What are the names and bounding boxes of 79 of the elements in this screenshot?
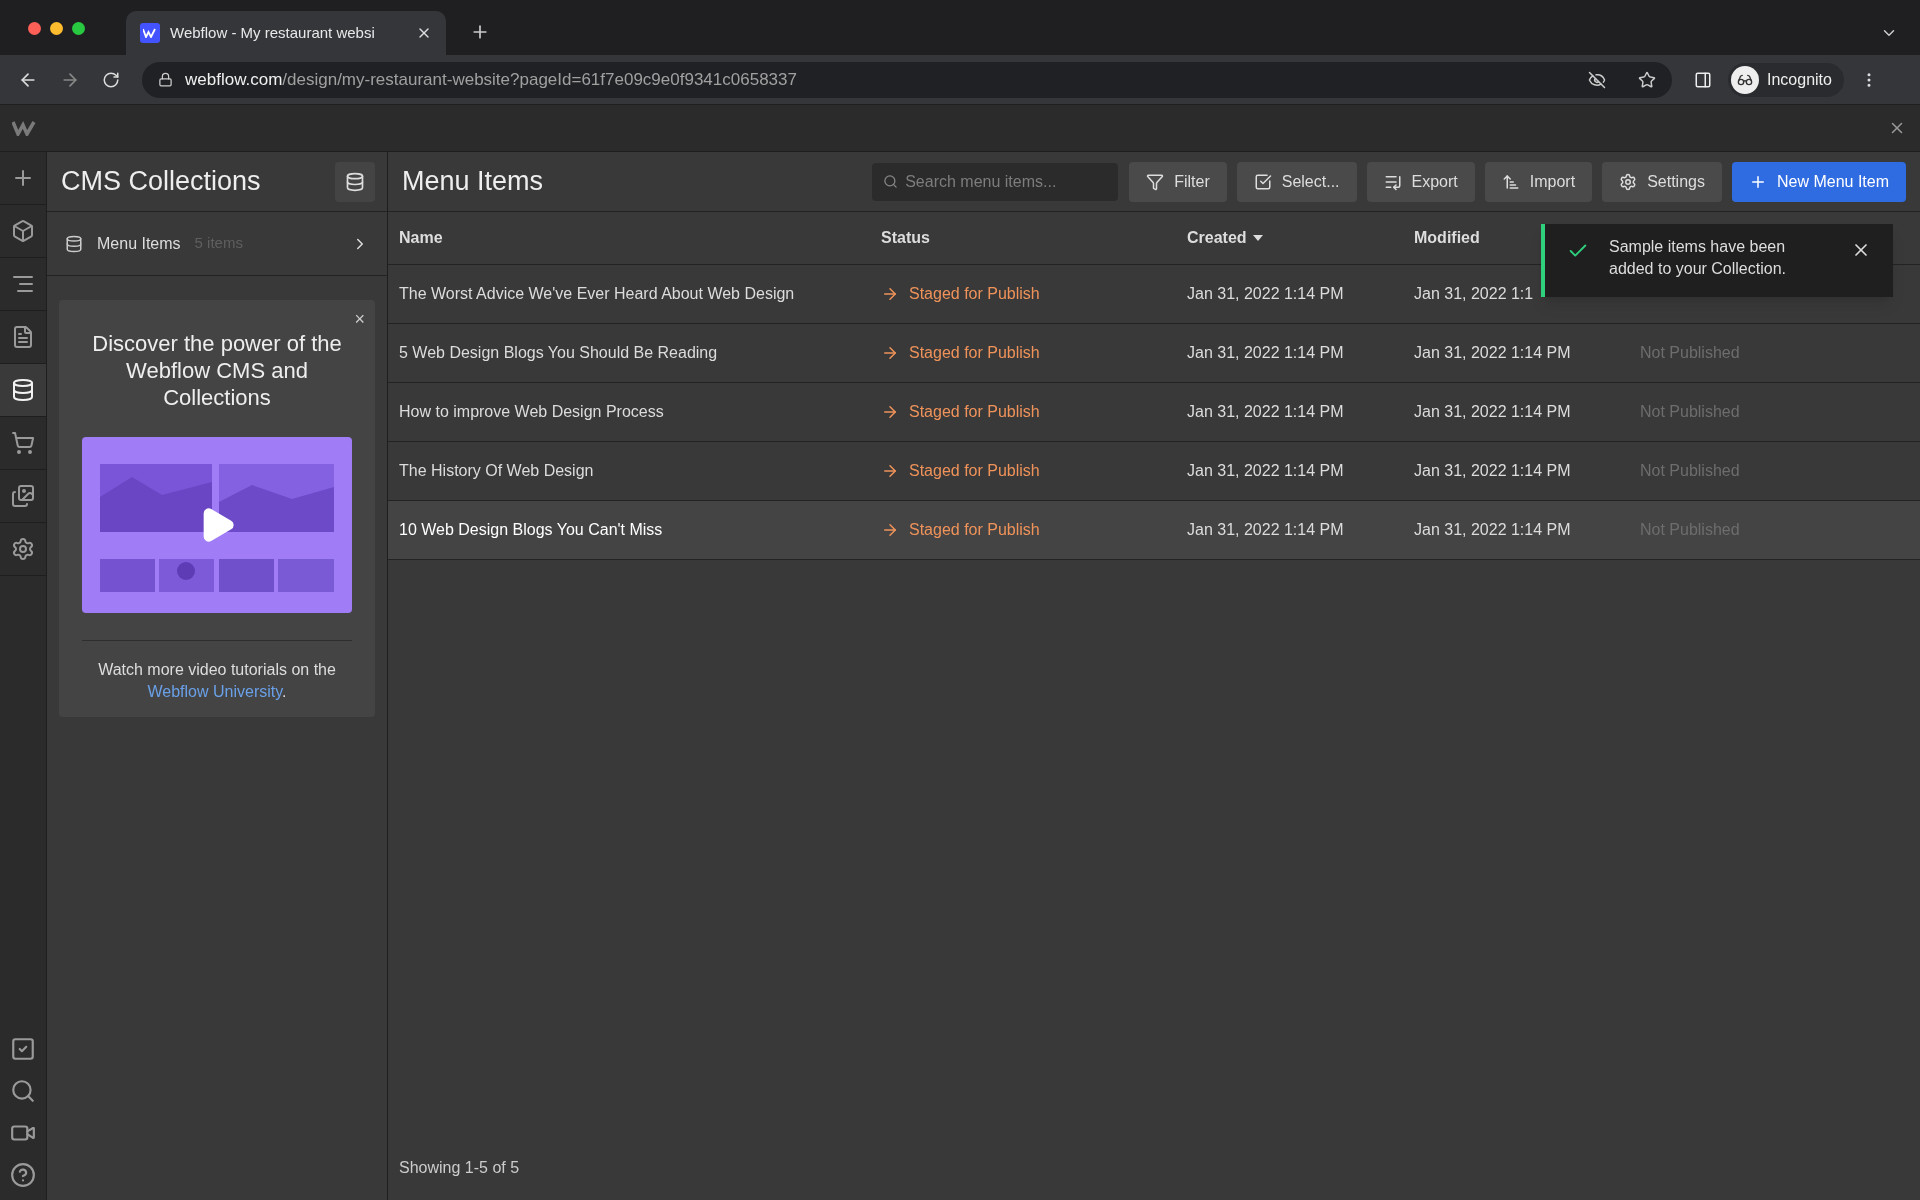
column-header[interactable]: Created [1187,226,1247,250]
profile-button[interactable]: Incognito [1728,62,1844,97]
webflow-logo[interactable] [12,120,36,136]
maximize-window-icon[interactable] [72,22,85,35]
status-cell-text: Staged for Publish [909,402,1040,422]
promo-heading: Discover the power of the Webflow CMS and Collections [91,330,343,411]
status-cell-text: Staged for Publish [909,520,1040,540]
column-header[interactable]: Status [881,226,930,250]
close-window-icon[interactable] [28,22,41,35]
export-button[interactable]: Export [1366,161,1475,202]
created-cell: Jan 31, 2022 1:14 PM [1187,344,1344,361]
address-bar[interactable]: webflow.com/design/my-restaurant-website?pageId=61f7e09c9e0f9341c0658337 [142,61,1672,98]
arrow-right-icon [881,285,899,303]
arrow-right-icon [881,462,899,480]
page-icon [11,325,35,349]
tab-title: Webflow - My restaurant websi [170,22,376,43]
bookmark-star-icon[interactable] [1638,70,1656,89]
search-icon [883,173,899,189]
name-cell: How to improve Web Design Process [399,403,664,420]
modified-cell: Jan 31, 2022 1:14 PM [1414,344,1571,361]
sidebar-tab[interactable] [0,364,46,417]
arrow-right-icon [881,521,899,539]
name-cell: The Worst Advice We've Ever Heard About Web Design [399,285,795,302]
checkbox-icon[interactable] [10,1036,36,1062]
modified-cell: Jan 31, 2022 1:14 PM [1414,462,1571,479]
pagination-text: Showing 1-5 of 5 [398,1158,521,1178]
status-cell-text: Staged for Publish [909,343,1040,363]
university-link[interactable]: Webflow University [147,683,283,700]
status-cell-text: Staged for Publish [909,461,1040,481]
database-icon [65,234,83,253]
add-collection-button[interactable] [335,161,375,202]
page-title: Menu Items [402,165,545,199]
search-field[interactable]: Search menu items... [872,162,1119,201]
name-cell: 5 Web Design Blogs You Should Be Reading [399,344,718,361]
arrow-right-icon [881,403,899,421]
database-icon [345,171,365,192]
reload-icon[interactable] [102,70,120,89]
new-item-button[interactable]: New Menu Item [1731,161,1906,202]
side-panel-icon[interactable] [1694,70,1712,89]
created-cell: Jan 31, 2022 1:14 PM [1187,403,1344,420]
created-cell: Jan 31, 2022 1:14 PM [1187,521,1344,538]
created-cell: Jan 31, 2022 1:14 PM [1187,462,1344,479]
database-icon [11,378,35,402]
box-icon [11,219,35,243]
modified-cell: Jan 31, 2022 1:1 [1414,285,1534,302]
filter-icon [1146,172,1165,191]
column-header[interactable]: Modified [1414,226,1480,250]
browser-tab[interactable]: Webflow - My restaurant websi [126,11,446,55]
promo-text: Watch more video tutorials on the Webflow University. [97,660,337,702]
column-header[interactable]: Name [399,226,443,250]
panel-title: CMS Collections [61,165,261,199]
sort-icon [1501,172,1520,191]
url-text: webflow.com/design/my-restaurant-website?pageId=61f7e09c9e0f9341c0658337 [185,68,798,91]
modified-cell: Jan 31, 2022 1:14 PM [1414,403,1571,420]
select-button[interactable]: Select... [1236,161,1357,202]
incognito-icon [1731,65,1759,94]
name-cell: 10 Web Design Blogs You Can't Miss [399,521,663,538]
collection-name: Menu Items [97,233,181,254]
arrow-right-icon [881,344,899,362]
settings-icon [11,537,35,561]
status-cell-text: Staged for Publish [909,284,1040,304]
filter-button[interactable]: Filter [1129,161,1227,202]
modified-cell: Jan 31, 2022 1:14 PM [1414,521,1571,538]
eye-off-icon[interactable] [1588,70,1606,89]
cart-icon [11,431,35,455]
settings-icon [1619,172,1638,191]
webflow-logo-icon [140,23,160,43]
minimize-window-icon[interactable] [50,22,63,35]
import-button[interactable]: Import [1484,161,1593,202]
close-button[interactable]: × [354,306,365,333]
created-cell: Jan 31, 2022 1:14 PM [1187,285,1344,302]
name-cell: The History Of Web Design [399,462,594,479]
images-icon [11,484,35,508]
help-icon[interactable] [10,1162,36,1188]
lock-icon [158,72,173,87]
sort-caret-icon [1252,235,1263,241]
checkbox-icon [1253,172,1272,191]
search-icon[interactable] [10,1078,36,1104]
settings-button[interactable]: Settings [1602,161,1722,202]
